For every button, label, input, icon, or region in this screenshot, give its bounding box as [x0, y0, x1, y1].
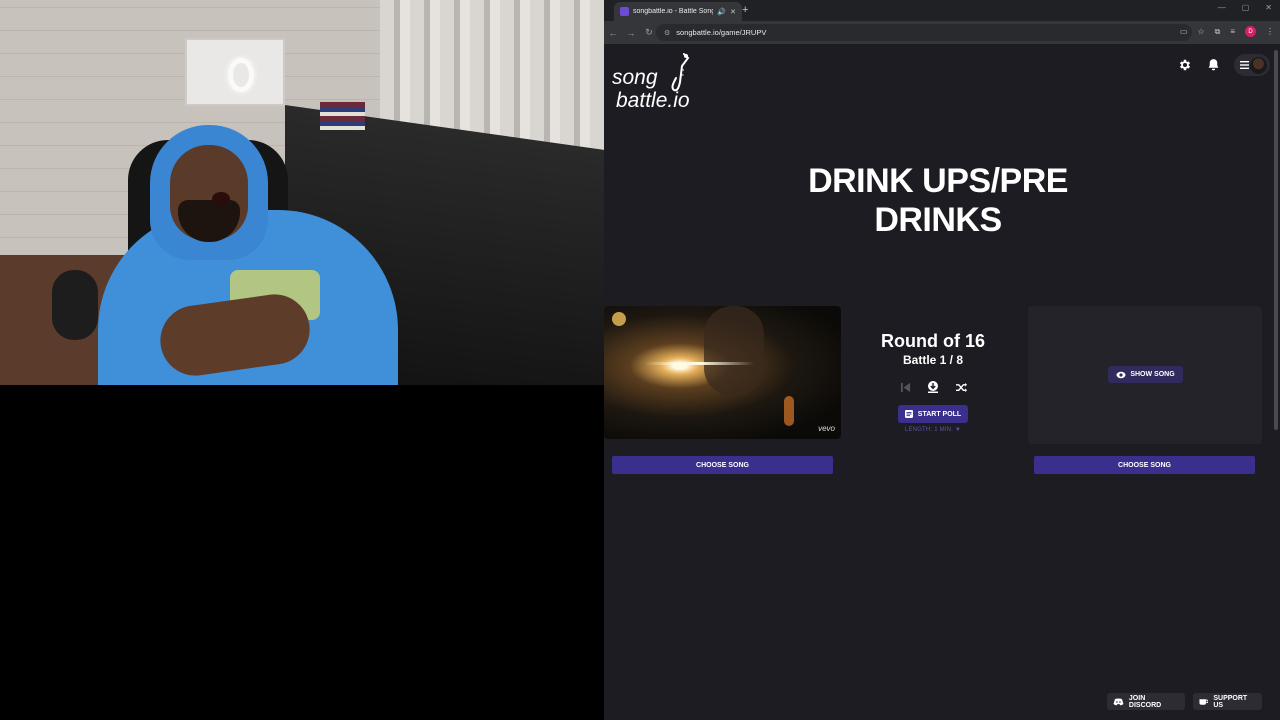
cast-icon[interactable]: ▭: [1180, 27, 1188, 36]
previous-icon[interactable]: [898, 380, 912, 394]
webcam-feed: [0, 0, 604, 385]
show-song-button[interactable]: SHOW SONG: [1108, 366, 1183, 383]
left-song-video[interactable]: vevo: [604, 306, 841, 439]
media-control-icon[interactable]: ≡: [1230, 27, 1235, 36]
join-discord-label: JOIN DISCORD: [1128, 694, 1162, 709]
songbattle-logo[interactable]: song battle.io: [612, 52, 708, 114]
ring-light-reflection: [228, 58, 254, 92]
bookmark-star-icon[interactable]: ☆: [1197, 27, 1204, 36]
new-tab-button[interactable]: +: [742, 4, 748, 16]
scrollbar[interactable]: [1274, 50, 1278, 430]
logo-text-song: song: [612, 66, 658, 89]
poll-icon: [904, 410, 913, 418]
battle-counter: Battle 1 / 8: [902, 353, 964, 367]
header-actions: [1178, 54, 1270, 76]
shuffle-icon[interactable]: [954, 380, 968, 394]
favicon-icon: [620, 7, 629, 16]
start-poll-button[interactable]: START POLL: [898, 405, 968, 423]
extensions-icon[interactable]: ⧉: [1215, 27, 1221, 37]
books: [320, 102, 365, 130]
video-light: [784, 396, 794, 426]
join-discord-button[interactable]: JOIN DISCORD: [1107, 693, 1185, 710]
toolbar-actions: ▭ ☆ ⧉ ≡ D ⋮: [1180, 26, 1274, 37]
maximize-button[interactable]: ▢: [1242, 3, 1250, 12]
start-poll-label: START POLL: [917, 410, 962, 418]
eye-icon: [1116, 371, 1126, 378]
songbattle-page: song battle.io DRINK UPS/PRE DRINKS vevo…: [604, 44, 1280, 720]
battle-control-row: [848, 380, 1018, 394]
empty-capture-area: [0, 385, 604, 720]
download-icon[interactable]: [926, 380, 940, 394]
site-info-icon[interactable]: ⚙: [664, 29, 670, 37]
forward-icon[interactable]: →: [622, 28, 640, 38]
video-light: [612, 312, 626, 326]
hamburger-icon: [1240, 61, 1249, 69]
kofi-icon: [1199, 698, 1209, 705]
battle-controls: Round of 16 Battle 1 / 8 START POLL LENG…: [848, 330, 1018, 433]
browser-window: songbattle.io - Battle Songs 🔊 ✕ + — ▢ ✕…: [604, 0, 1280, 720]
tab-title: songbattle.io - Battle Songs: [633, 8, 714, 15]
poll-length-dropdown[interactable]: LENGTH: 1 MIN. ▼: [848, 427, 1018, 433]
user-avatar: [1250, 56, 1267, 74]
choose-song-right-button[interactable]: CHOOSE SONG: [1034, 456, 1255, 474]
minimize-button[interactable]: —: [1218, 3, 1226, 12]
show-song-label: SHOW SONG: [1130, 371, 1175, 378]
support-us-label: SUPPORT US: [1213, 694, 1248, 709]
url-text: songbattle.io/game/JRUPV: [676, 28, 767, 37]
right-song-slot: SHOW SONG: [1028, 306, 1262, 444]
user-menu-button[interactable]: [1234, 54, 1270, 76]
discord-icon: [1113, 698, 1124, 705]
microphone: [52, 270, 98, 340]
bell-icon[interactable]: [1206, 58, 1220, 72]
logo-text-battle: battle.io: [616, 89, 690, 112]
omnibox[interactable]: ⚙ songbattle.io/game/JRUPV: [656, 24, 1192, 41]
close-window-button[interactable]: ✕: [1265, 3, 1272, 12]
gear-icon[interactable]: [1178, 58, 1192, 72]
support-us-button[interactable]: SUPPORT US: [1193, 693, 1262, 710]
video-artist: [704, 306, 764, 396]
round-title: Round of 16: [881, 331, 985, 351]
vevo-watermark: vevo: [818, 424, 835, 433]
video-lens-flare: [644, 362, 754, 365]
tab-bar: songbattle.io - Battle Songs 🔊 ✕ + — ▢ ✕: [604, 0, 1280, 21]
choose-song-left-button[interactable]: CHOOSE SONG: [612, 456, 833, 474]
game-title: DRINK UPS/PRE DRINKS: [808, 162, 1068, 239]
speaker-icon[interactable]: 🔊: [717, 8, 726, 16]
address-bar-row: ← → ↻ ⚙ songbattle.io/game/JRUPV ▭ ☆ ⧉ ≡…: [604, 21, 1280, 44]
window-controls: — ▢ ✕: [1218, 3, 1272, 12]
tab-songbattle[interactable]: songbattle.io - Battle Songs 🔊 ✕: [614, 2, 742, 21]
profile-avatar[interactable]: D: [1245, 26, 1256, 37]
close-tab-icon[interactable]: ✕: [730, 8, 736, 16]
person-mouth: [212, 192, 230, 206]
kebab-menu-icon[interactable]: ⋮: [1266, 27, 1274, 36]
back-icon[interactable]: ←: [604, 28, 622, 38]
